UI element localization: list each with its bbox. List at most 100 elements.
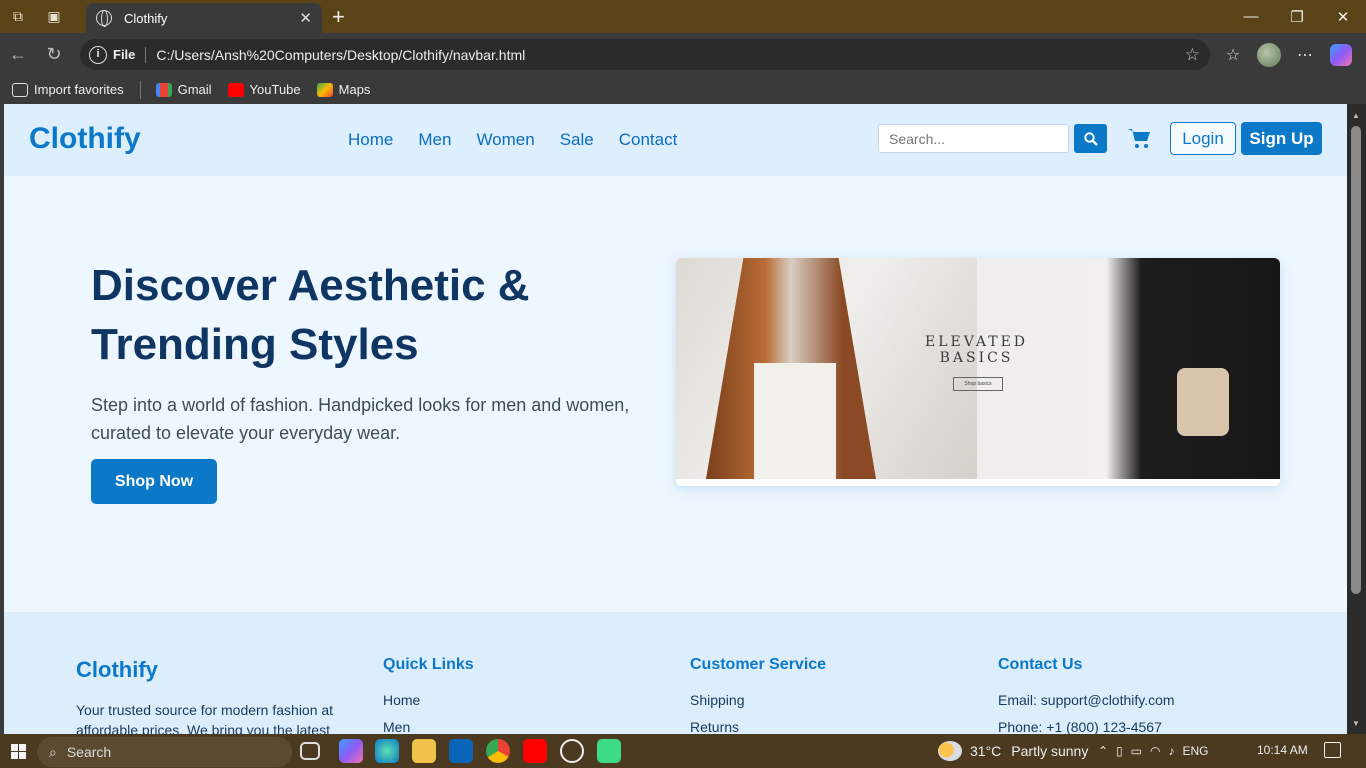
window-close-icon[interactable]: ✕ <box>1320 0 1366 33</box>
search-input[interactable] <box>878 124 1069 153</box>
workspaces-icon[interactable]: ⧉ <box>0 0 36 33</box>
file-explorer-icon[interactable] <box>412 739 436 763</box>
bookmark-gmail[interactable]: Gmail <box>155 82 212 97</box>
fashion-photo-left <box>676 258 977 479</box>
cart-icon[interactable] <box>1126 125 1152 151</box>
contact-email[interactable]: Email: support@clothify.com <box>998 687 1175 714</box>
hero-title: Discover Aesthetic & Trending Styles <box>91 256 631 374</box>
chevron-up-icon[interactable]: ⌃ <box>1098 744 1108 758</box>
nav-men-link[interactable]: Men <box>418 130 451 150</box>
footer-link-men[interactable]: Men <box>383 714 474 734</box>
scroll-up-icon[interactable]: ▲ <box>1352 111 1360 120</box>
bookmarks-bar: Import favorites Gmail YouTube Maps <box>0 75 1366 104</box>
notification-icon[interactable] <box>1324 742 1341 758</box>
youtube-app-icon[interactable] <box>523 739 547 763</box>
footer-brand-text: Your trusted source for modern fashion a… <box>76 702 334 734</box>
address-scheme-label: File <box>113 47 136 62</box>
favorites-icon[interactable]: ☆ <box>1220 39 1246 70</box>
signup-button[interactable]: Sign Up <box>1241 122 1322 155</box>
login-button[interactable]: Login <box>1170 122 1236 155</box>
bookmark-divider <box>139 80 141 99</box>
language-indicator[interactable]: ENG <box>1183 744 1209 758</box>
bookmark-import-favorites[interactable]: Import favorites <box>12 82 124 97</box>
image-heading-line-1: ELEVATED <box>924 334 1029 350</box>
nav-women-link[interactable]: Women <box>476 130 534 150</box>
new-tab-button[interactable]: + <box>332 4 345 30</box>
copilot-app-icon[interactable] <box>339 739 363 763</box>
more-options-icon[interactable]: ⋯ <box>1292 39 1318 70</box>
scroll-down-icon[interactable]: ▼ <box>1352 719 1360 728</box>
footer-quick-links: Quick Links Home Men <box>383 656 474 734</box>
clock[interactable]: 10:14 AM <box>1257 743 1308 757</box>
search-icon: ⌕ <box>49 743 57 760</box>
nav-home-link[interactable]: Home <box>348 130 393 150</box>
task-view-icon[interactable] <box>300 742 320 760</box>
windows-icon <box>10 743 26 759</box>
volume-icon[interactable]: ♪ <box>1169 744 1175 758</box>
search-button[interactable] <box>1074 124 1107 153</box>
back-icon[interactable]: ← <box>0 33 36 75</box>
refresh-icon[interactable]: ↻ <box>36 33 72 75</box>
page-scrollbar[interactable]: ▲ ▼ <box>1347 104 1366 734</box>
customer-service-title: Customer Service <box>690 656 827 673</box>
scrollbar-thumb[interactable] <box>1351 126 1361 594</box>
system-tray: ⌃ ▯ ▭ ◠ ♪ ENG <box>1098 734 1209 768</box>
bookmark-youtube[interactable]: YouTube <box>227 82 301 97</box>
site-logo[interactable]: Clothify <box>29 122 141 156</box>
contact-title: Contact Us <box>998 656 1083 673</box>
site-menu: Home Men Women Sale Contact <box>348 130 677 150</box>
fashion-photo-center <box>977 258 1087 479</box>
maps-icon <box>316 82 333 97</box>
android-studio-icon[interactable] <box>597 739 621 763</box>
chatgpt-icon[interactable] <box>560 739 584 763</box>
weather-temperature: 31°C <box>970 743 1002 759</box>
youtube-icon <box>227 82 244 97</box>
footer-contact: Contact Us Email: support@clothify.com P… <box>998 656 1175 734</box>
image-heading-line-2: BASICS <box>939 350 1014 366</box>
footer-link-returns[interactable]: Returns <box>690 714 826 734</box>
address-bar[interactable]: i File C:/Users/Ansh%20Computers/Desktop… <box>80 39 1210 70</box>
hero-subtitle: Step into a world of fashion. Handpicked… <box>91 395 630 443</box>
address-url[interactable]: C:/Users/Ansh%20Computers/Desktop/Clothi… <box>156 47 525 63</box>
minimize-icon[interactable]: — <box>1228 0 1274 33</box>
nav-contact-link[interactable]: Contact <box>619 130 678 150</box>
favorite-star-icon[interactable]: ☆ <box>1185 45 1200 65</box>
fashion-photo-right <box>1087 258 1280 479</box>
wifi-icon[interactable]: ◠ <box>1150 744 1160 758</box>
contact-phone[interactable]: Phone: +1 (800) 123-4567 <box>998 714 1175 734</box>
battery-icon[interactable]: ▭ <box>1131 744 1142 758</box>
web-page: Clothify Home Men Women Sale Contact Log… <box>4 104 1347 734</box>
close-tab-icon[interactable]: ✕ <box>299 9 312 27</box>
tab-actions-icon[interactable]: ▣ <box>36 0 72 33</box>
nav-sale-link[interactable]: Sale <box>560 130 594 150</box>
image-shop-basics-button: Shop basics <box>953 377 1003 391</box>
bookmark-label: Gmail <box>177 82 212 97</box>
shop-now-button[interactable]: Shop Now <box>91 459 217 504</box>
windows-taskbar: ⌕ Search 31°C Partly sunny ⌃ ▯ ▭ ◠ ♪ ENG… <box>0 734 1366 768</box>
weather-widget[interactable]: 31°C Partly sunny <box>938 734 1088 768</box>
address-divider <box>145 46 147 63</box>
footer-link-shipping[interactable]: Shipping <box>690 687 826 714</box>
bookmark-maps[interactable]: Maps <box>316 82 370 97</box>
copilot-icon[interactable] <box>1328 39 1354 70</box>
start-button[interactable] <box>0 734 36 768</box>
profile-avatar[interactable] <box>1256 39 1282 70</box>
quick-links-title: Quick Links <box>383 656 474 673</box>
outlook-icon[interactable] <box>449 739 473 763</box>
footer-brand-column: Clothify Your trusted source for modern … <box>76 657 346 734</box>
taskbar-search[interactable]: ⌕ Search <box>37 737 292 767</box>
footer-link-home[interactable]: Home <box>383 687 474 714</box>
edge-icon[interactable] <box>375 739 399 763</box>
tab-title: Clothify <box>124 10 168 26</box>
import-icon <box>12 82 28 97</box>
site-navbar: Clothify Home Men Women Sale Contact Log… <box>4 104 1347 176</box>
device-icon[interactable]: ▯ <box>1116 744 1123 758</box>
info-icon[interactable]: i <box>89 45 107 64</box>
bookmark-label: YouTube <box>249 82 301 97</box>
chrome-icon[interactable] <box>486 739 510 763</box>
weather-condition: Partly sunny <box>1011 743 1089 759</box>
taskbar-search-label: Search <box>66 744 112 760</box>
browser-tab[interactable]: Clothify ✕ <box>86 3 322 33</box>
restore-icon[interactable]: ❐ <box>1274 0 1320 33</box>
browser-title-bar: ⧉ ▣ Clothify ✕ + — ❐ ✕ <box>0 0 1366 33</box>
